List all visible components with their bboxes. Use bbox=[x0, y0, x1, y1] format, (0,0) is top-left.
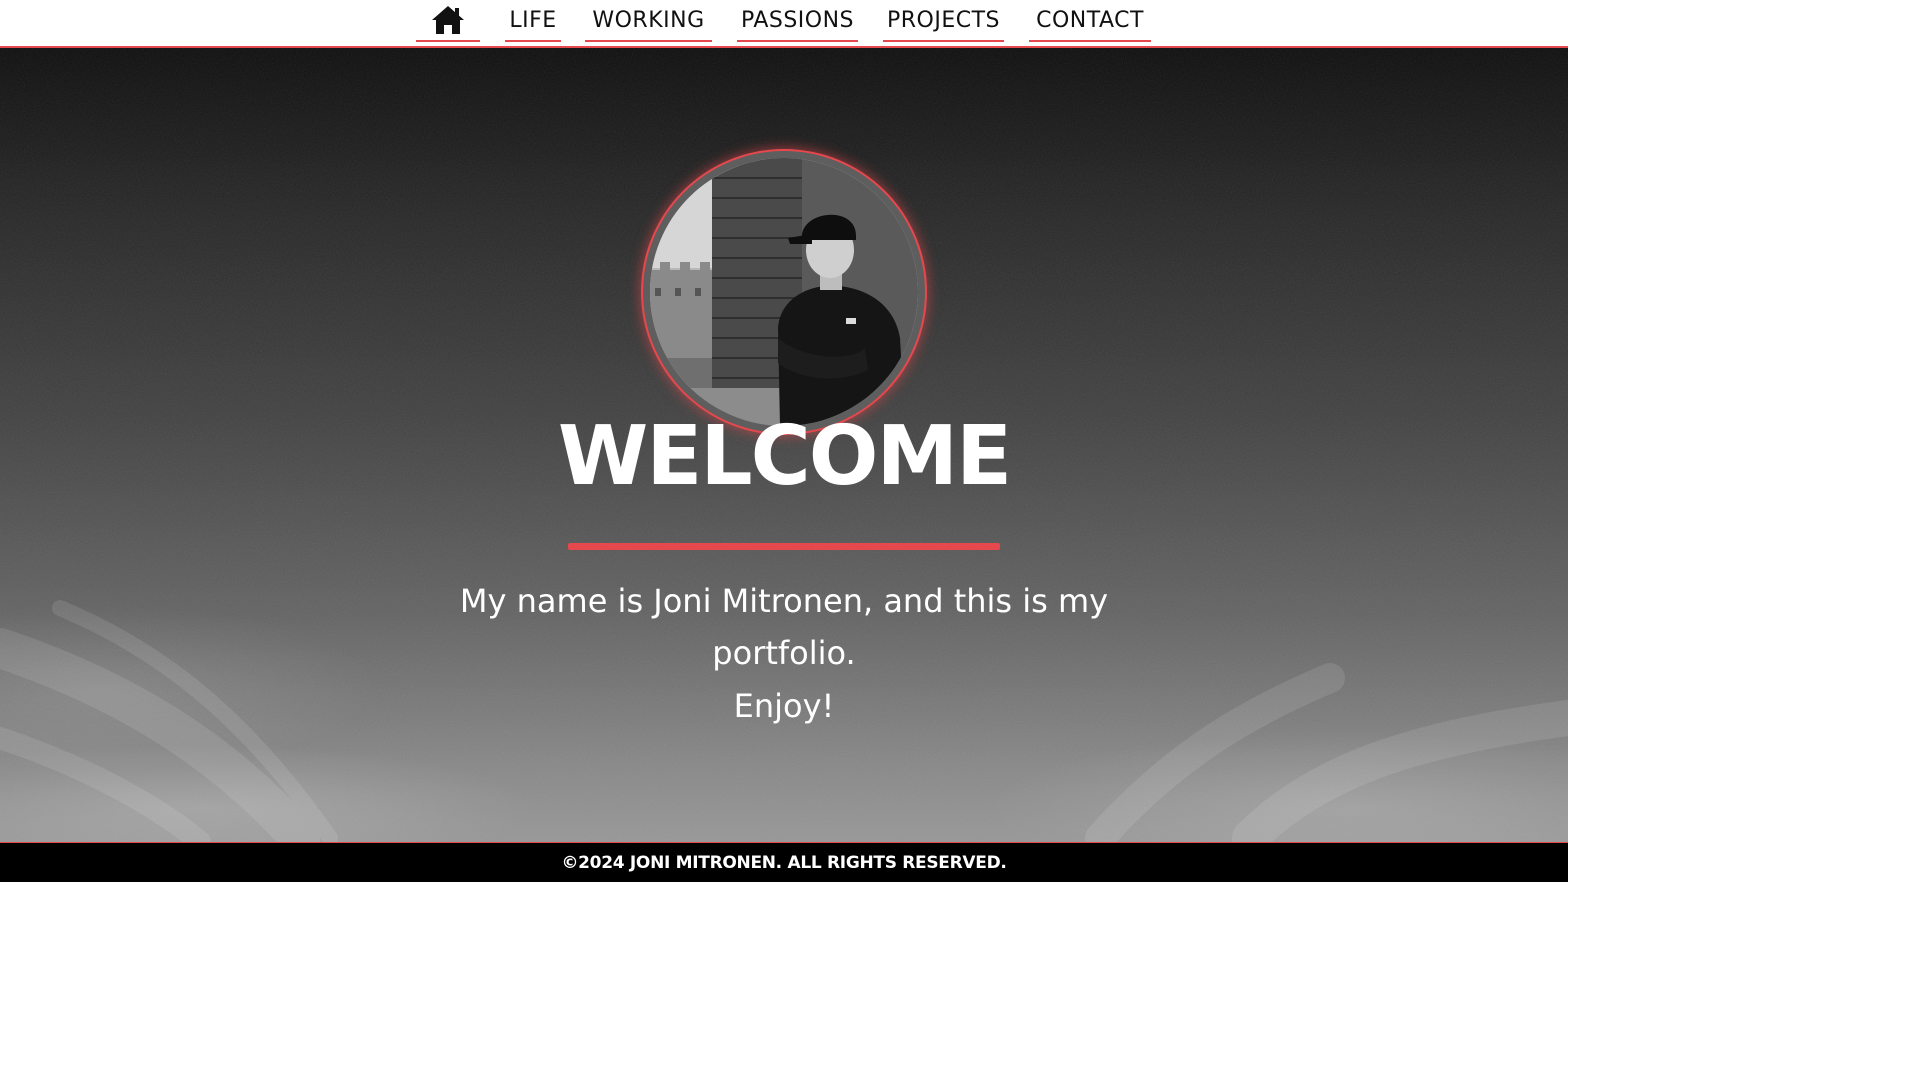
nav-working-link[interactable]: WORKING bbox=[585, 0, 712, 42]
copyright-text: ©2024 JONI MITRONEN. ALL RIGHTS RESERVED… bbox=[561, 852, 1007, 873]
hero-section: WELCOME My name is Joni Mitronen, and th… bbox=[0, 48, 1568, 842]
profile-photo bbox=[643, 151, 925, 433]
home-icon bbox=[432, 6, 464, 34]
top-navigation: LIFE WORKING PASSIONS PROJECTS CONTACT bbox=[0, 0, 1568, 48]
nav-life-link[interactable]: LIFE bbox=[505, 0, 561, 42]
welcome-heading: WELCOME bbox=[557, 409, 1012, 504]
footer: ©2024 JONI MITRONEN. ALL RIGHTS RESERVED… bbox=[0, 842, 1568, 882]
heading-underline bbox=[568, 543, 1000, 550]
nav-projects-link[interactable]: PROJECTS bbox=[883, 0, 1004, 42]
nav-contact-link[interactable]: CONTACT bbox=[1029, 0, 1151, 42]
page: LIFE WORKING PASSIONS PROJECTS CONTACT W… bbox=[0, 0, 1568, 882]
closing-text: Enjoy! bbox=[733, 687, 835, 725]
nav-passions-link[interactable]: PASSIONS bbox=[737, 0, 858, 42]
nav-home-link[interactable] bbox=[416, 0, 480, 42]
intro-text: My name is Joni Mitronen, and this is my… bbox=[459, 582, 1109, 672]
